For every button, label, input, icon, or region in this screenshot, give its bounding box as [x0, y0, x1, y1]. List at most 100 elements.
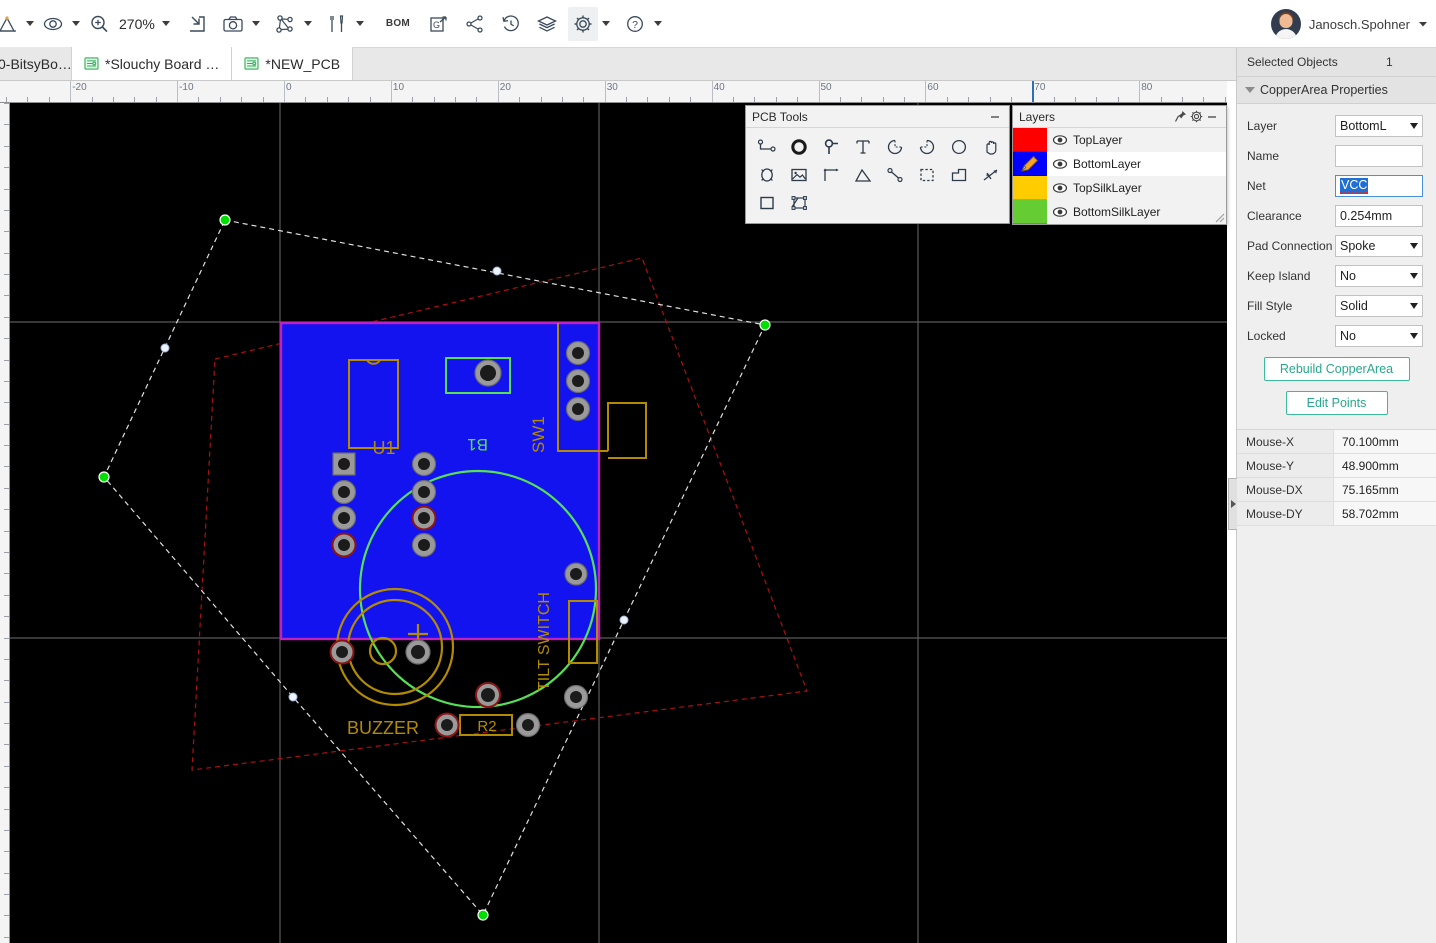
netlist-caret[interactable] — [300, 7, 316, 41]
copperarea-properties-header[interactable]: CopperArea Properties — [1237, 77, 1436, 104]
layers-panel[interactable]: Layers TopLayer BottomLayer TopSilkLayer… — [1012, 105, 1227, 225]
ruler-minor-tick — [1203, 97, 1205, 102]
zoom-level-label[interactable]: 270% — [114, 16, 158, 32]
layer-select[interactable]: BottomL — [1335, 115, 1423, 137]
layers-panel-resize-handle[interactable] — [1213, 211, 1225, 223]
route-tool-caret[interactable] — [22, 7, 38, 41]
layer-row-bottomsilklayer[interactable]: BottomSilkLayer — [1013, 200, 1226, 224]
net-input[interactable]: VCC — [1335, 175, 1423, 197]
hole-tool-button[interactable] — [751, 161, 783, 189]
layer-color-swatch[interactable] — [1013, 200, 1047, 224]
screenshot-button[interactable] — [218, 7, 248, 41]
pcb-tools-header[interactable]: PCB Tools — [746, 106, 1009, 128]
layer-color-swatch[interactable] — [1013, 176, 1047, 200]
layers-panel-header[interactable]: Layers — [1013, 106, 1226, 128]
clearance-input[interactable]: 0.254mm — [1335, 205, 1423, 227]
pcb-board[interactable]: U1 B1 SW1 TILT SWITCH BUZZER R2 — [279, 321, 647, 738]
visibility-button[interactable] — [38, 7, 68, 41]
rebuild-copperarea-button[interactable]: Rebuild CopperArea — [1263, 357, 1410, 381]
pcb-tools-title: PCB Tools — [752, 109, 808, 124]
arc-cw-tool-button[interactable] — [879, 133, 911, 161]
net-input-value: VCC — [1340, 178, 1369, 194]
angle-tool-button[interactable] — [847, 161, 879, 189]
zoom-level-caret[interactable] — [158, 7, 174, 41]
vertex-handle — [759, 319, 771, 331]
pcb-canvas[interactable]: U1 B1 SW1 TILT SWITCH BUZZER R2 — [10, 103, 1227, 943]
edit-points-button[interactable]: Edit Points — [1285, 391, 1388, 415]
user-menu[interactable]: Janosch.Spohner — [1270, 0, 1428, 48]
dimension-tool-button[interactable] — [815, 161, 847, 189]
minimize-icon[interactable] — [987, 109, 1003, 125]
layer-row-bottomlayer[interactable]: BottomLayer — [1013, 152, 1226, 176]
ruler-label: 50 — [820, 82, 832, 93]
property-row-pad-connection: Pad Connection Spoke — [1237, 231, 1436, 261]
zoom-button[interactable] — [84, 7, 114, 41]
canvas-grid — [10, 103, 1227, 943]
ruler-minor-tick — [4, 766, 9, 767]
measure-tool-button[interactable] — [879, 161, 911, 189]
ruler-minor-tick — [4, 295, 9, 296]
layer-color-swatch[interactable] — [1013, 152, 1047, 176]
layer-row-topsilklayer[interactable]: TopSilkLayer — [1013, 176, 1226, 200]
netlist-button[interactable] — [270, 7, 300, 41]
chevron-down-icon — [1419, 22, 1427, 27]
tools-caret[interactable] — [352, 7, 368, 41]
ruler-minor-tick — [839, 97, 841, 102]
panel-collapse-handle[interactable] — [1228, 478, 1237, 530]
pad-connection-select[interactable]: Spoke — [1335, 235, 1423, 257]
layers-minimize-icon[interactable] — [1204, 109, 1220, 125]
layer-visibility-eye-icon[interactable] — [1047, 206, 1073, 218]
horizontal-ruler[interactable]: -20 -10 0 10 20 30 40 50 60 70 80 — [0, 81, 1227, 103]
pad-tool-button[interactable] — [783, 133, 815, 161]
layer-color-swatch[interactable] — [1013, 128, 1047, 152]
export-gerber-button[interactable]: G — [424, 7, 454, 41]
screenshot-caret[interactable] — [248, 7, 264, 41]
bom-button[interactable]: BOM — [378, 7, 418, 41]
name-input[interactable] — [1335, 145, 1423, 167]
ruler-minor-tick — [91, 97, 93, 102]
history-button[interactable] — [496, 7, 526, 41]
copper-area-tool-button[interactable] — [943, 161, 975, 189]
route-icon — [0, 15, 16, 32]
fill-style-select[interactable]: Solid — [1335, 295, 1423, 317]
pin-icon[interactable] — [1172, 109, 1188, 125]
share-button[interactable] — [460, 7, 490, 41]
keep-island-select[interactable]: No — [1335, 265, 1423, 287]
circle-tool-button[interactable] — [943, 133, 975, 161]
layers-settings-gear-icon[interactable] — [1188, 109, 1204, 125]
ruler-minor-tick — [4, 873, 9, 874]
select-area-tool-button[interactable] — [911, 161, 943, 189]
ruler-minor-tick — [861, 97, 863, 102]
panelize-tool-button[interactable] — [783, 189, 815, 217]
import-button[interactable] — [182, 7, 212, 41]
layers-button[interactable] — [532, 7, 562, 41]
visibility-caret[interactable] — [68, 7, 84, 41]
settings-caret[interactable] — [598, 7, 614, 41]
ruler-minor-tick — [4, 616, 9, 617]
mouse-dy-label: Mouse-DY — [1237, 502, 1334, 525]
image-tool-button[interactable] — [783, 161, 815, 189]
drag-tool-button[interactable] — [975, 133, 1007, 161]
ratline-tool-button[interactable] — [975, 161, 1007, 189]
pcb-tools-panel[interactable]: PCB Tools — [745, 105, 1010, 224]
track-tool-button[interactable] — [751, 133, 783, 161]
help-button[interactable]: ? — [620, 7, 650, 41]
via-tool-button[interactable] — [815, 133, 847, 161]
layer-visibility-eye-icon[interactable] — [1047, 158, 1073, 170]
layer-row-toplayer[interactable]: TopLayer — [1013, 128, 1226, 152]
document-tab-2[interactable]: *NEW_PCB — [232, 47, 354, 80]
help-caret[interactable] — [650, 7, 666, 41]
rect-tool-button[interactable] — [751, 189, 783, 217]
arc-ccw-tool-button[interactable] — [911, 133, 943, 161]
layer-visibility-eye-icon[interactable] — [1047, 134, 1073, 146]
text-tool-button[interactable] — [847, 133, 879, 161]
mouse-y-value: 48.900mm — [1334, 454, 1436, 477]
tools-button[interactable] — [322, 7, 352, 41]
layer-visibility-eye-icon[interactable] — [1047, 182, 1073, 194]
route-tool-button[interactable] — [0, 7, 22, 41]
document-tab-0[interactable]: 0-BitsyBo… — [0, 47, 72, 80]
settings-button[interactable] — [568, 6, 599, 41]
vertical-ruler[interactable] — [0, 103, 10, 943]
locked-select[interactable]: No — [1335, 325, 1423, 347]
document-tab-1[interactable]: *Slouchy Board … — [72, 47, 233, 80]
